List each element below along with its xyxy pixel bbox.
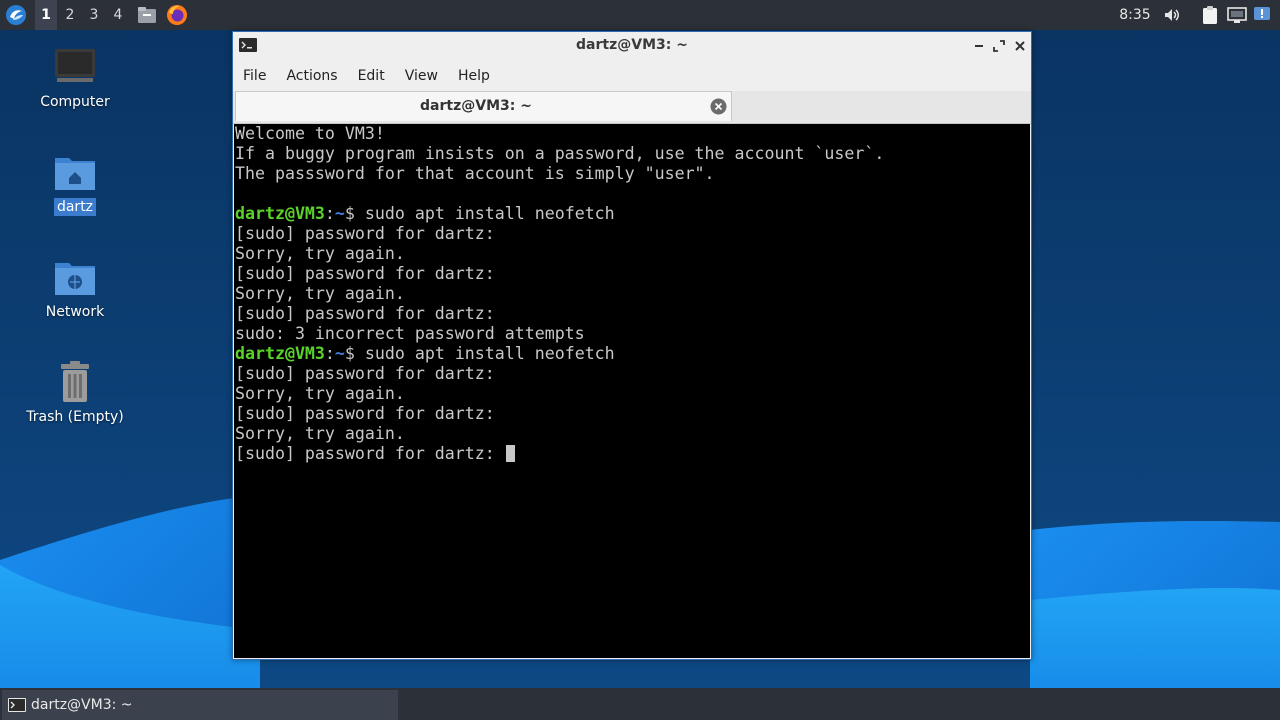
workspace-3-button[interactable]: 3 (83, 0, 105, 30)
terminal-line: Welcome to VM3! (235, 124, 1030, 144)
terminal-line-text: [sudo] password for dartz: (235, 224, 495, 243)
terminal-line-text: $ sudo apt install neofetch (344, 204, 615, 223)
clock[interactable]: 8:35 (1112, 0, 1158, 30)
firefox-launcher[interactable] (164, 0, 190, 30)
prompt-separator: : (324, 344, 335, 363)
lubuntu-logo-icon (6, 5, 26, 25)
terminal-tab[interactable]: dartz@VM3: ~ (235, 91, 732, 121)
volume-tray-button[interactable] (1160, 0, 1184, 30)
clipboard-icon (1203, 6, 1217, 24)
network-tray-button[interactable] (1225, 0, 1249, 30)
network-icon (1227, 7, 1247, 23)
prompt-path: ~ (334, 344, 345, 363)
terminal-line-text: sudo: 3 incorrect password attempts (235, 324, 585, 343)
terminal-line-text: [sudo] password for dartz: (235, 364, 495, 383)
terminal-line: [sudo] password for dartz: (235, 364, 1030, 384)
terminal-line: The passsword for that account is simply… (235, 164, 1030, 184)
menu-view[interactable]: View (395, 62, 448, 90)
terminal-line: Sorry, try again. (235, 424, 1030, 444)
notification-tray-button[interactable] (1250, 0, 1274, 30)
terminal-line: dartz@VM3:~$ sudo apt install neofetch (235, 344, 1030, 364)
desktop-icon-label: Computer (40, 94, 110, 110)
terminal-line: Sorry, try again. (235, 284, 1030, 304)
desktop-icon-computer[interactable]: Computer (20, 45, 130, 135)
menu-help[interactable]: Help (448, 62, 500, 90)
tab-label: dartz@VM3: ~ (420, 98, 532, 114)
terminal-line-text: If a buggy program insists on a password… (235, 144, 885, 163)
minimize-button[interactable] (970, 37, 988, 55)
terminal-line-text: Sorry, try again. (235, 384, 405, 403)
file-manager-icon (138, 7, 156, 23)
close-icon (1015, 41, 1025, 51)
terminal-window: dartz@VM3: ~ File Actions Edit View Help… (232, 31, 1032, 660)
terminal-line-text: [sudo] password for dartz: (235, 444, 505, 463)
terminal-line: If a buggy program insists on a password… (235, 144, 1030, 164)
home-folder-icon (55, 158, 95, 190)
terminal-line: [sudo] password for dartz: (235, 304, 1030, 324)
tab-close-button[interactable] (710, 98, 727, 115)
terminal-line-text: Sorry, try again. (235, 244, 405, 263)
terminal-line: sudo: 3 incorrect password attempts (235, 324, 1030, 344)
top-panel: 1 2 3 4 8:35 (0, 0, 1280, 30)
terminal-line-text: The passsword for that account is simply… (235, 164, 715, 183)
terminal-line: dartz@VM3:~$ sudo apt install neofetch (235, 204, 1030, 224)
terminal-line-text: $ sudo apt install neofetch (344, 344, 615, 363)
close-button[interactable] (1011, 37, 1029, 55)
menu-bar: File Actions Edit View Help (233, 62, 1031, 90)
volume-icon (1165, 9, 1179, 21)
desktop-icon-network[interactable]: Network (20, 255, 130, 345)
terminal-line-text: [sudo] password for dartz: (235, 404, 495, 423)
menu-edit[interactable]: Edit (348, 62, 395, 90)
maximize-button[interactable] (990, 37, 1008, 55)
minimize-icon (975, 45, 983, 47)
terminal-line-text: Welcome to VM3! (235, 124, 385, 143)
terminal-line: [sudo] password for dartz: (235, 224, 1030, 244)
network-folder-icon (55, 263, 95, 295)
desktop-icon-label: dartz (53, 198, 97, 216)
text-cursor (505, 445, 515, 462)
terminal-line: Sorry, try again. (235, 244, 1030, 264)
maximize-icon (993, 40, 1005, 52)
terminal-line-text: Sorry, try again. (235, 284, 405, 303)
terminal-line-text: [sudo] password for dartz: (235, 304, 495, 323)
workspace-2-button[interactable]: 2 (59, 0, 81, 30)
menu-file[interactable]: File (233, 62, 276, 90)
close-tab-icon (710, 98, 727, 115)
file-manager-launcher[interactable] (134, 0, 160, 30)
terminal-line-text: [sudo] password for dartz: (235, 264, 495, 283)
window-title: dartz@VM3: ~ (576, 37, 688, 53)
menu-actions[interactable]: Actions (276, 62, 347, 90)
terminal-text: Welcome to VM3! If a buggy program insist… (234, 124, 1030, 464)
bottom-taskbar: dartz@VM3: ~ (0, 688, 1280, 720)
prompt-user-host: dartz@VM3 (235, 204, 325, 223)
terminal-output-area[interactable]: Welcome to VM3! If a buggy program insist… (234, 124, 1030, 658)
terminal-icon (8, 698, 26, 712)
desktop-icon-trash[interactable]: Trash (Empty) (20, 360, 130, 450)
tab-bar: dartz@VM3: ~ (233, 91, 1031, 124)
terminal-line-text: Sorry, try again. (235, 424, 405, 443)
prompt-user-host: dartz@VM3 (235, 344, 325, 363)
window-title-bar[interactable]: dartz@VM3: ~ (233, 32, 1031, 60)
prompt-path: ~ (334, 204, 345, 223)
start-menu-button[interactable] (2, 0, 30, 30)
firefox-icon (167, 5, 187, 25)
workspace-1-button[interactable]: 1 (35, 0, 57, 30)
clipboard-tray-button[interactable] (1198, 0, 1222, 30)
desktop-icon-label: Network (45, 304, 105, 320)
workspace-4-button[interactable]: 4 (107, 0, 129, 30)
desktop-icon-label: Trash (Empty) (26, 409, 124, 425)
prompt-separator: : (324, 204, 335, 223)
notification-icon (1254, 7, 1270, 20)
computer-icon (55, 49, 95, 82)
trash-icon (61, 361, 89, 402)
taskbar-window-button[interactable]: dartz@VM3: ~ (2, 690, 398, 720)
terminal-line: Sorry, try again. (235, 384, 1030, 404)
terminal-line: [sudo] password for dartz: (235, 264, 1030, 284)
desktop-icon-home[interactable]: dartz (20, 150, 130, 240)
terminal-line: [sudo] password for dartz: (235, 444, 1030, 464)
taskbar-window-label: dartz@VM3: ~ (31, 697, 133, 713)
terminal-line: [sudo] password for dartz: (235, 404, 1030, 424)
